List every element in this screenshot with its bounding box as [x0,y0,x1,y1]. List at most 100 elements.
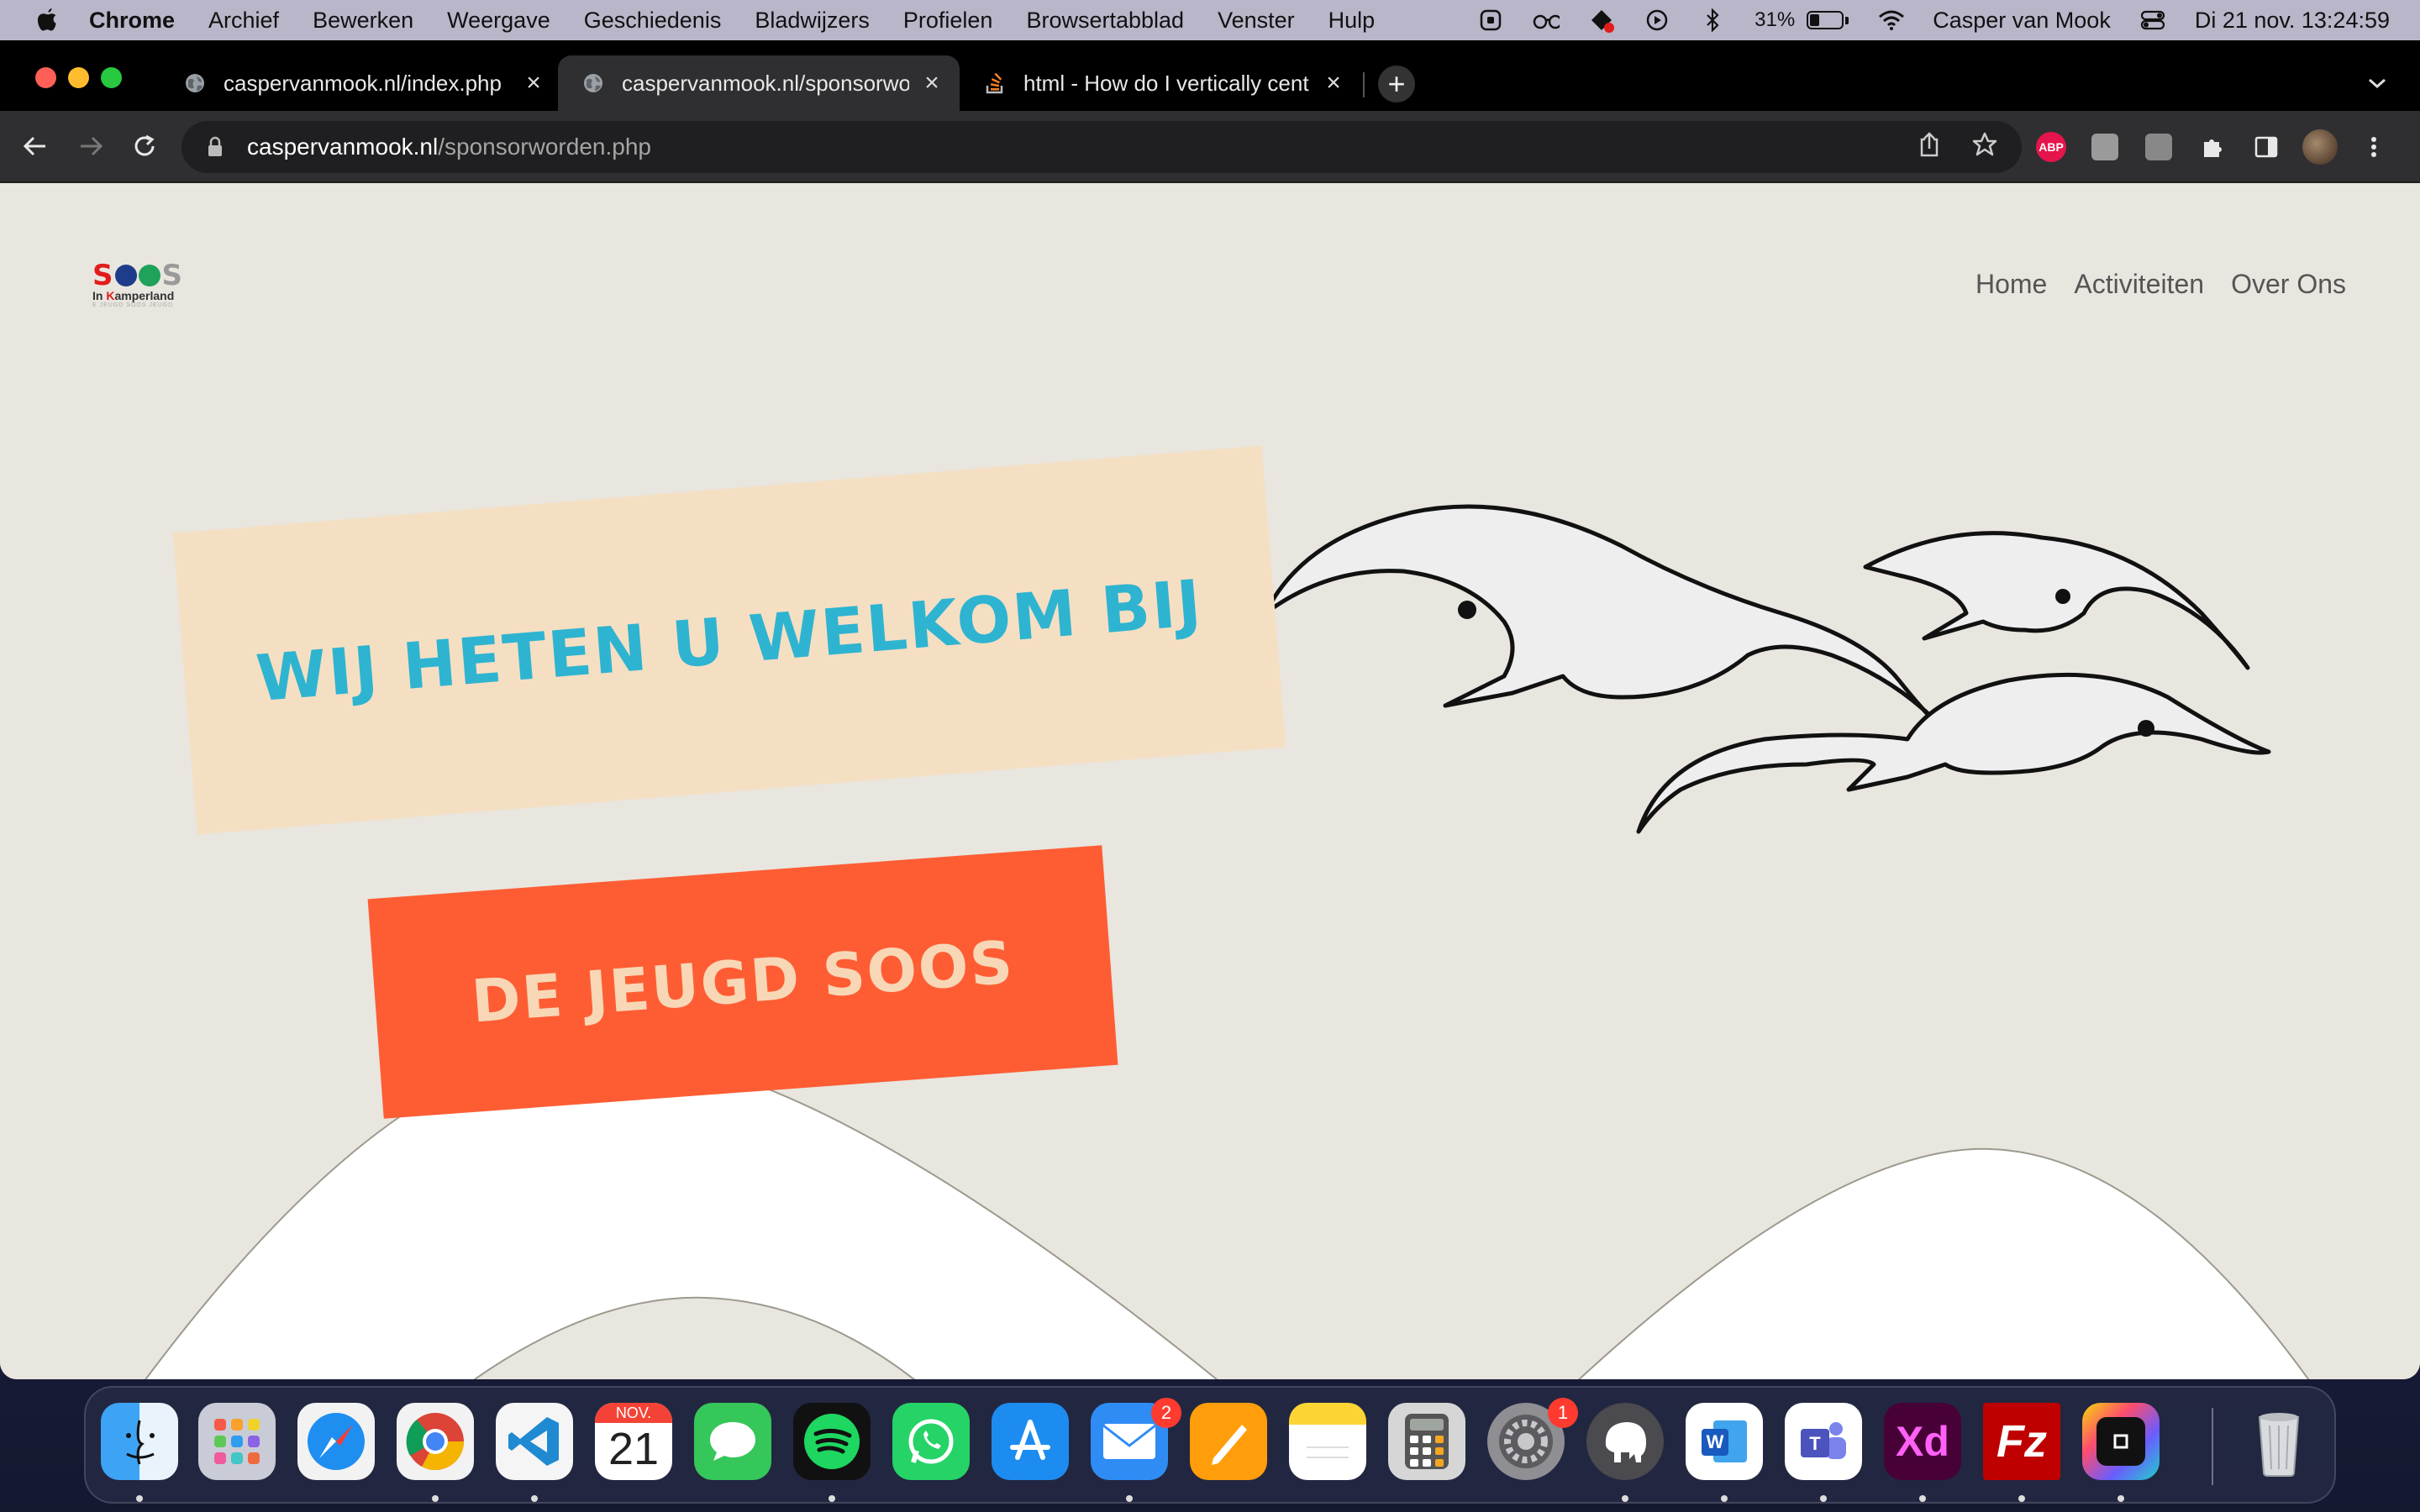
trash-icon[interactable] [2240,1403,2317,1480]
nav-over-ons-link[interactable]: Over Ons [2231,269,2346,300]
stackoverflow-icon [983,71,1007,95]
chrome-icon[interactable] [397,1403,474,1480]
menu-archief[interactable]: Archief [208,8,279,34]
word-icon[interactable]: W [1686,1403,1763,1480]
bookmark-star-icon[interactable] [1971,131,1998,164]
launchpad-icon[interactable] [198,1403,276,1480]
menu-bladwijzers[interactable]: Bladwijzers [755,8,870,34]
nav-home-link[interactable]: Home [1975,269,2047,300]
tab-title: caspervanmook.nl/index.php [224,70,502,96]
logo-tagline: E JEUGD SOOS JEUGD [92,302,174,308]
screen-record-icon[interactable] [1477,7,1504,34]
status-area: 31% Casper van Mook Di 21 nov. 13:24:59 [1477,0,2390,40]
extension-icon[interactable] [2141,129,2176,165]
dock: NOV. 21 2 1 W T Xd Fz [84,1386,2336,1504]
app-store-icon[interactable] [992,1403,1069,1480]
tab-close-icon[interactable]: × [521,69,546,97]
tab-separator [1363,72,1365,97]
menu-app-name[interactable]: Chrome [89,8,175,34]
globe-icon [183,71,207,95]
lock-icon[interactable] [207,135,227,159]
tab-close-icon[interactable]: × [1321,69,1346,97]
browser-toolbar: caspervanmook.nl/sponsorworden.php ABP [0,111,2420,183]
reading-glasses-icon[interactable] [1533,7,1560,34]
tab-index[interactable]: caspervanmook.nl/index.php × [160,55,561,111]
menu-venster[interactable]: Venster [1218,8,1295,34]
battery-icon[interactable] [1807,11,1849,29]
profile-avatar[interactable] [2302,129,2338,165]
safari-icon[interactable] [297,1403,375,1480]
window-close-button[interactable] [35,67,56,88]
menu-weergave[interactable]: Weergave [447,8,550,34]
logo-play-dot [138,265,160,286]
menubar-clock[interactable]: Di 21 nov. 13:24:59 [2195,8,2390,34]
url-host: caspervanmook.nl [247,134,439,160]
back-arrow-icon[interactable] [18,129,52,163]
menu-geschiedenis[interactable]: Geschiedenis [584,8,722,34]
spotify-icon[interactable] [793,1403,871,1480]
calendar-month: NOV. [595,1403,672,1423]
new-tab-button[interactable]: + [1378,66,1415,102]
calculator-icon[interactable] [1388,1403,1465,1480]
welcome-heading: WIJ HETEN U WELKOM BIJ [253,564,1206,716]
tab-title: caspervanmook.nl/sponsorwo [622,70,909,96]
messages-icon[interactable] [694,1403,771,1480]
whatsapp-icon[interactable] [892,1403,970,1480]
tab-search-chevron-icon[interactable] [2365,71,2390,96]
teams-icon[interactable]: T [1785,1403,1862,1480]
tab-title: html - How do I vertically cent [1023,70,1309,96]
control-center-icon[interactable] [2139,7,2166,34]
notes-icon[interactable] [1289,1403,1366,1480]
tab-close-icon[interactable]: × [919,69,944,97]
bluetooth-icon[interactable] [1699,7,1726,34]
media-play-icon[interactable] [1644,7,1670,34]
sequel-pro-icon[interactable] [1586,1403,1664,1480]
adblock-plus-icon[interactable]: ABP [2033,129,2069,165]
tab-strip: caspervanmook.nl/index.php × caspervanmo… [0,40,2420,111]
logo-letter: S [161,259,183,292]
dock-separator [2212,1408,2213,1485]
xd-icon[interactable]: Xd [1884,1403,1961,1480]
window-maximize-button[interactable] [101,67,122,88]
tab-stackoverflow[interactable]: html - How do I vertically cent × [960,55,1361,111]
apple-icon[interactable] [27,7,67,34]
mail-badge: 2 [1151,1398,1181,1428]
tab-sponsorworden[interactable]: caspervanmook.nl/sponsorwo × [558,55,960,111]
running-indicator [829,1495,835,1502]
filezilla-icon[interactable]: Fz [1983,1403,2060,1480]
url-path: /sponsorworden.php [438,134,651,160]
birds-illustration [1263,504,2271,834]
web-page: S S In Kamperland E JEUGD SOOS JEUGD Hom… [0,185,2420,1379]
puzzle-icon[interactable] [2195,129,2230,165]
window-minimize-button[interactable] [68,67,89,88]
running-indicator [2018,1495,2025,1502]
calendar-icon[interactable]: NOV. 21 [595,1403,672,1480]
screen-tool-icon[interactable] [2082,1403,2160,1480]
user-name[interactable]: Casper van Mook [1933,8,2111,34]
forward-arrow-icon[interactable] [74,129,108,163]
menu-profielen[interactable]: Profielen [903,8,993,34]
pages-icon[interactable] [1190,1403,1267,1480]
running-indicator [1919,1495,1926,1502]
finder-icon[interactable] [101,1403,178,1480]
vscode-icon[interactable] [496,1403,573,1480]
more-menu-icon[interactable] [2356,129,2391,165]
address-bar[interactable]: caspervanmook.nl/sponsorworden.php [182,121,2022,173]
wifi-icon[interactable] [1877,7,1905,34]
svg-text:T: T [1809,1433,1821,1454]
side-panel-icon[interactable] [2249,129,2284,165]
menu-hulp[interactable]: Hulp [1328,8,1376,34]
site-logo[interactable]: S S In Kamperland E JEUGD SOOS JEUGD [92,259,197,318]
share-icon[interactable] [1918,131,1941,164]
extension-icon[interactable] [2087,129,2123,165]
menu-bewerken[interactable]: Bewerken [313,8,413,34]
bird-eye [2138,720,2154,737]
running-indicator [136,1495,143,1502]
running-indicator [531,1495,538,1502]
menu-browsertabblad[interactable]: Browsertabblad [1026,8,1184,34]
nav-activiteiten-link[interactable]: Activiteiten [2074,269,2204,300]
running-indicator [432,1495,439,1502]
reload-icon[interactable] [128,129,161,163]
running-indicator [1126,1495,1133,1502]
creative-cloud-icon[interactable] [1588,7,1615,34]
